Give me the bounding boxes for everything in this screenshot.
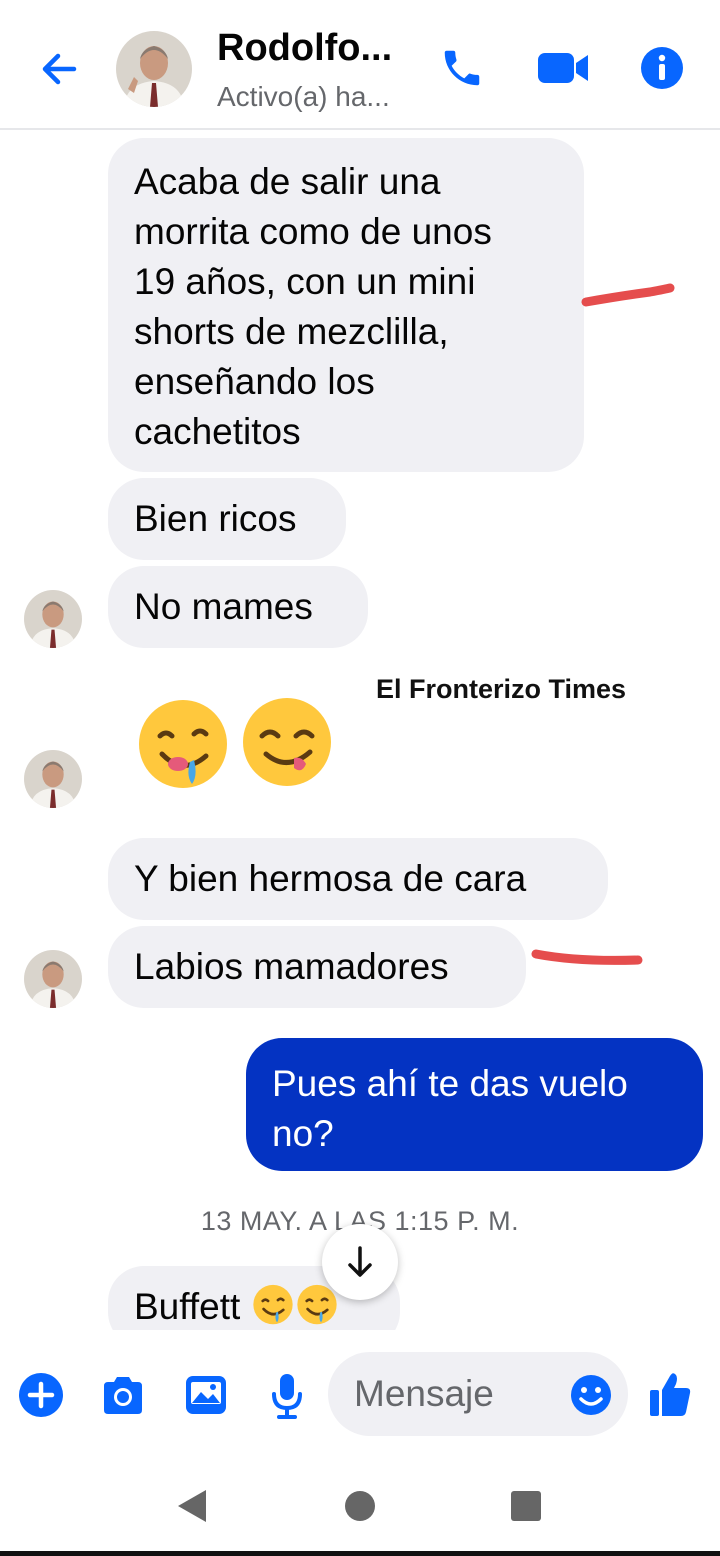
message-line: cachetitos <box>134 411 301 452</box>
sender-avatar[interactable] <box>24 750 82 808</box>
contact-status: Activo(a) ha... <box>217 81 390 112</box>
info-icon <box>641 47 683 89</box>
watermark-text: El Fronterizo Times <box>376 674 627 704</box>
camera-button[interactable] <box>100 1374 146 1416</box>
plus-icon <box>19 1373 63 1417</box>
scroll-to-bottom-button[interactable] <box>322 1224 398 1300</box>
system-navigation-bar <box>0 1450 720 1556</box>
emoji-icon <box>571 1375 611 1415</box>
drooling-face-emoji-icon <box>139 700 227 788</box>
microphone-icon <box>272 1374 302 1419</box>
nav-back-button[interactable] <box>174 1486 210 1526</box>
emoji-message[interactable]: 🤤 😋 <box>132 692 340 792</box>
incoming-message[interactable]: Bien ricos <box>108 478 346 560</box>
incoming-message[interactable]: Acaba de salir una morrita como de unos … <box>108 138 584 472</box>
nav-recents-icon <box>511 1491 541 1521</box>
message-text: Labios mamadores <box>134 946 449 987</box>
like-button[interactable] <box>648 1370 692 1418</box>
yum-face-emoji-icon <box>243 698 331 786</box>
back-arrow-icon <box>42 53 77 85</box>
drooling-face-emoji-icon <box>253 1284 293 1325</box>
message-line: shorts de mezclilla, <box>134 311 449 352</box>
nav-home-icon <box>345 1491 375 1521</box>
voice-button[interactable] <box>270 1372 304 1420</box>
gallery-icon <box>186 1376 226 1414</box>
video-camera-icon <box>538 53 588 83</box>
gallery-button[interactable] <box>184 1374 228 1416</box>
back-button[interactable] <box>34 44 84 94</box>
message-text: Buffett <box>134 1286 241 1327</box>
message-line: no? <box>272 1113 334 1154</box>
incoming-message[interactable]: Labios mamadores <box>108 926 526 1008</box>
arrow-down-icon <box>348 1246 372 1277</box>
message-line: enseñando los <box>134 361 375 402</box>
message-text: Bien ricos <box>134 498 297 539</box>
add-button[interactable] <box>18 1372 64 1418</box>
message-line: morrita como de unos <box>134 211 492 252</box>
video-call-button[interactable] <box>536 47 590 89</box>
message-text: Y bien hermosa de cara <box>134 858 527 899</box>
nav-recents-button[interactable] <box>510 1490 542 1522</box>
message-line: Acaba de salir una <box>134 161 441 202</box>
message-text: No mames <box>134 586 313 627</box>
outgoing-message[interactable]: Pues ahí te das vuelo no? <box>246 1038 703 1171</box>
contact-name[interactable]: Rodolfo... <box>217 27 392 70</box>
nav-back-icon <box>178 1490 206 1522</box>
info-button[interactable] <box>640 46 684 90</box>
thumbs-up-icon <box>650 1373 691 1416</box>
message-line: 19 años, con un mini <box>134 261 476 302</box>
phone-icon <box>444 50 480 86</box>
sender-avatar[interactable] <box>24 590 82 648</box>
call-button[interactable] <box>439 45 485 91</box>
camera-icon <box>104 1377 142 1414</box>
incoming-message[interactable]: No mames <box>108 566 368 648</box>
nav-home-button[interactable] <box>344 1490 376 1522</box>
emoji-button[interactable] <box>570 1374 612 1416</box>
red-annotation-mark <box>581 283 675 307</box>
incoming-message[interactable]: Y bien hermosa de cara <box>108 838 608 920</box>
sender-avatar[interactable] <box>24 950 82 1008</box>
screen-bottom-edge <box>0 1551 720 1556</box>
message-line: Pues ahí te das vuelo <box>272 1063 628 1104</box>
red-annotation-mark <box>531 949 643 965</box>
chat-header: Rodolfo... Activo(a) ha... <box>0 0 720 130</box>
message-composer <box>0 1330 720 1450</box>
contact-avatar[interactable] <box>116 31 192 107</box>
